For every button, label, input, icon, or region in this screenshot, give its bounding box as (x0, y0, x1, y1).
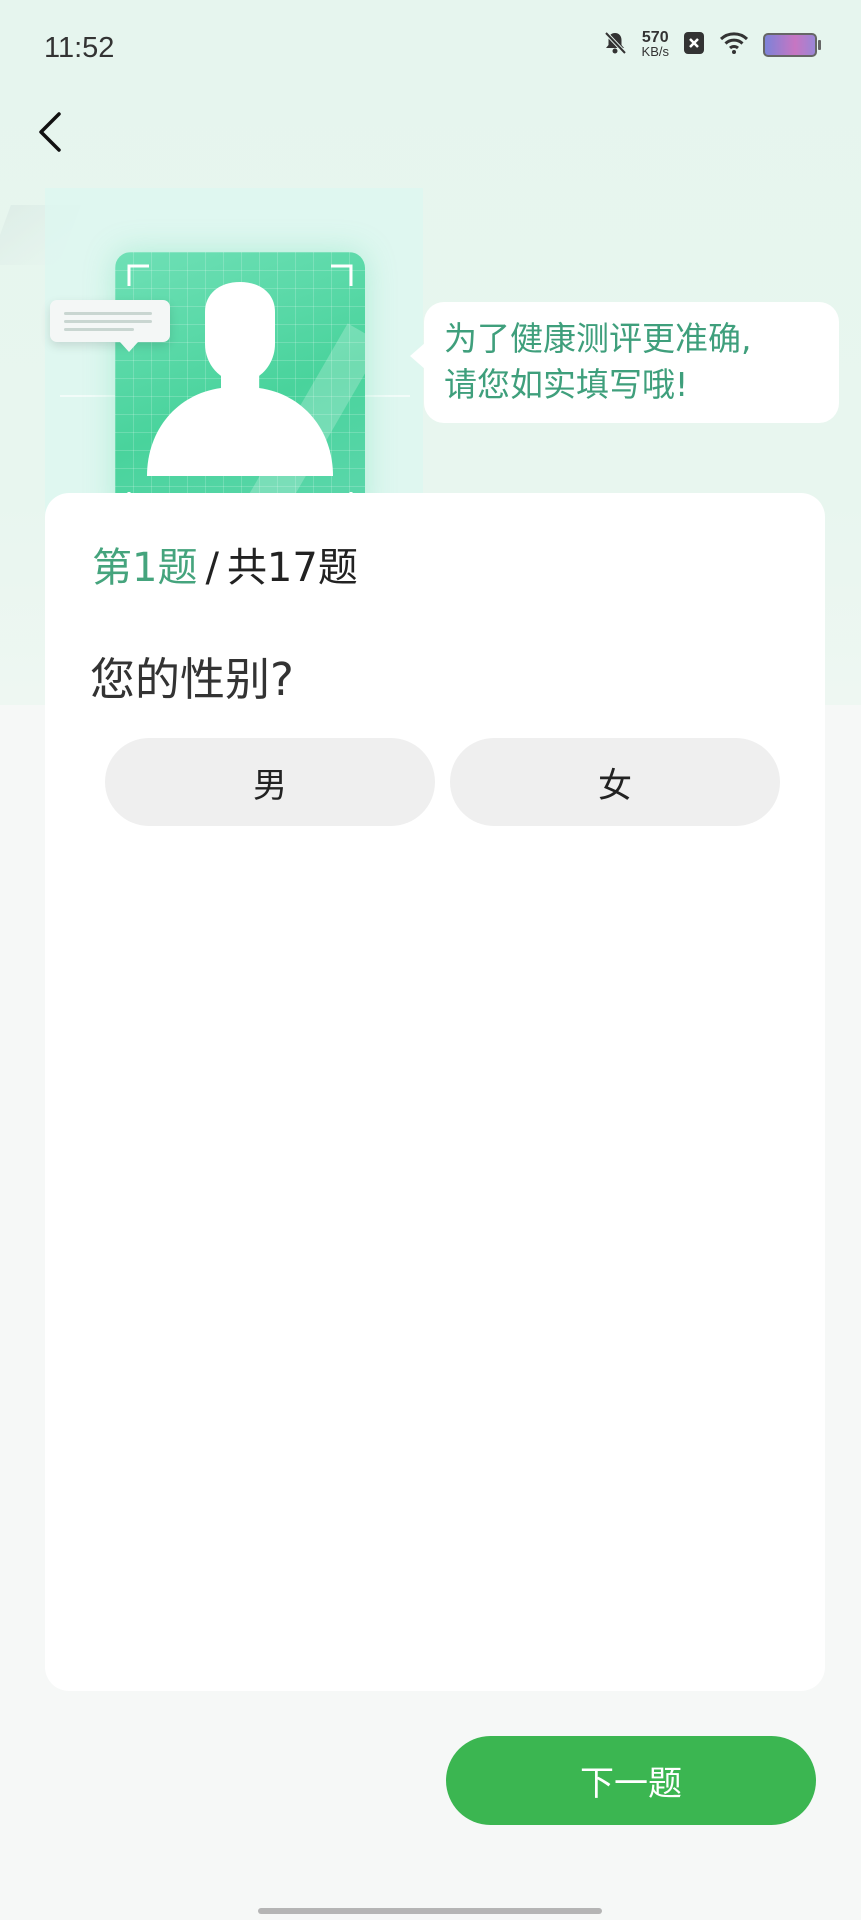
battery-icon (763, 33, 821, 57)
avatar-illustration (115, 252, 365, 524)
person-silhouette-icon (127, 264, 353, 512)
chevron-left-icon (39, 112, 61, 152)
back-button[interactable] (28, 104, 72, 160)
speech-line-1: 为了健康测评更准确, (444, 319, 752, 358)
speech-bubble: 为了健康测评更准确, 请您如实填写哦! (410, 302, 839, 423)
progress-separator: / (205, 545, 219, 591)
progress-current: 第1题 (92, 545, 198, 591)
close-box-icon (683, 31, 705, 59)
question-progress: 第1题 / 共17题 (92, 535, 358, 593)
chat-bubble-icon (50, 300, 170, 352)
status-time: 11:52 (44, 32, 115, 64)
status-icons: 570 KB/s (602, 29, 821, 60)
progress-total: 共17题 (226, 545, 358, 591)
net-speed-unit: KB/s (641, 44, 669, 59)
question-title: 您的性别? (90, 653, 294, 706)
home-indicator (258, 1908, 602, 1914)
net-speed-value: 570 (641, 29, 669, 46)
speech-text: 为了健康测评更准确, 请您如实填写哦! (444, 316, 824, 408)
next-question-button[interactable]: 下一题 (446, 1736, 816, 1825)
bell-mute-icon (602, 30, 628, 60)
status-bar: 11:52 570 KB/s (0, 0, 861, 100)
option-male-button[interactable]: 男 (105, 738, 435, 826)
speech-line-2: 请您如实填写哦! (444, 365, 689, 404)
net-speed: 570 KB/s (641, 29, 669, 59)
option-female-button[interactable]: 女 (450, 738, 780, 826)
wifi-icon (719, 31, 749, 59)
